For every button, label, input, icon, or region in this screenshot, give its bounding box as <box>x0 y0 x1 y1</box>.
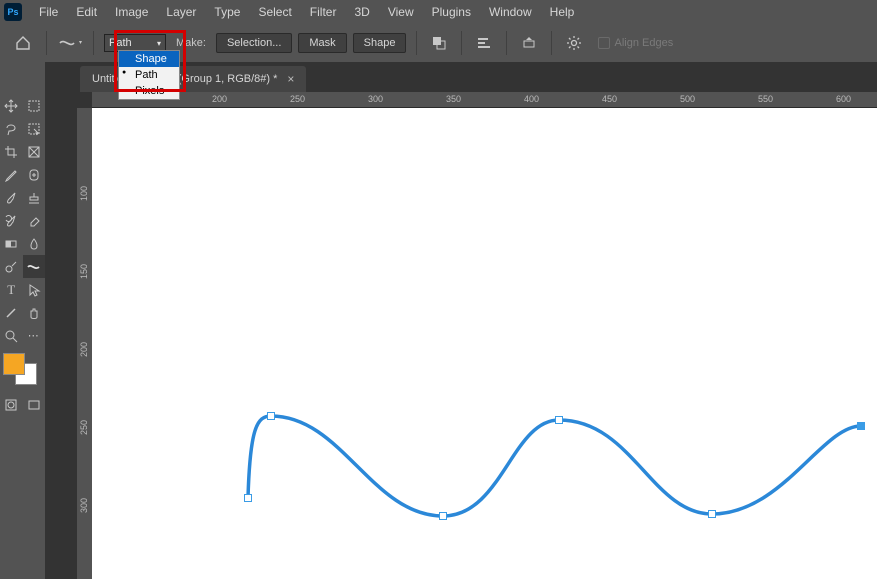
clone-stamp-tool[interactable] <box>23 186 46 209</box>
crop-tool[interactable] <box>0 140 23 163</box>
frame-tool[interactable] <box>23 140 46 163</box>
shape-tool[interactable] <box>0 301 23 324</box>
ruler-horizontal[interactable]: 200 250 300 350 400 450 500 550 600 <box>92 92 877 108</box>
ruler-vertical[interactable]: 100 150 200 250 300 <box>77 108 92 579</box>
ruler-tick: 500 <box>680 94 695 104</box>
gutter <box>45 62 77 579</box>
quick-mask-toggle[interactable] <box>0 393 23 416</box>
document-area: Untitled @ 151% (Group 1, RGB/8#) * × 20… <box>77 62 877 579</box>
zoom-tool[interactable] <box>0 324 23 347</box>
marquee-tool[interactable] <box>23 94 46 117</box>
ruler-tick: 600 <box>836 94 851 104</box>
make-shape-button[interactable]: Shape <box>353 33 407 53</box>
ruler-tick: 550 <box>758 94 773 104</box>
eraser-tool[interactable] <box>23 209 46 232</box>
path-anchor[interactable] <box>267 412 275 420</box>
divider <box>551 31 552 55</box>
menu-help[interactable]: Help <box>541 1 584 23</box>
ruler-tick: 350 <box>446 94 461 104</box>
dropdown-item-pixels[interactable]: Pixels <box>119 83 179 99</box>
healing-tool[interactable] <box>23 163 46 186</box>
menu-window[interactable]: Window <box>480 1 541 23</box>
canvas[interactable] <box>92 108 877 579</box>
tool-mode-current: Path <box>109 37 132 49</box>
chevron-down-icon: ▾ <box>157 39 161 48</box>
document-tab[interactable]: Untitled @ 151% (Group 1, RGB/8#) * × <box>80 66 306 92</box>
menu-3d[interactable]: 3D <box>345 1 378 23</box>
object-selection-tool[interactable] <box>23 117 46 140</box>
hand-tool[interactable] <box>23 301 46 324</box>
color-swatches[interactable] <box>3 353 43 387</box>
lasso-tool[interactable] <box>0 117 23 140</box>
move-tool[interactable] <box>0 94 23 117</box>
workspace: T ⋯ Untitled @ 151% (Group 1, RGB/8#) * … <box>0 62 877 579</box>
path-anchor[interactable] <box>555 416 563 424</box>
home-button[interactable] <box>10 30 36 56</box>
menu-plugins[interactable]: Plugins <box>423 1 480 23</box>
ruler-tick: 200 <box>212 94 227 104</box>
ruler-tick: 200 <box>79 342 89 357</box>
menu-edit[interactable]: Edit <box>67 1 106 23</box>
ruler-tick: 100 <box>79 186 89 201</box>
ruler-tick: 300 <box>368 94 383 104</box>
ruler-tick: 450 <box>602 94 617 104</box>
menu-type[interactable]: Type <box>205 1 249 23</box>
blur-tool[interactable] <box>23 232 46 255</box>
close-icon[interactable]: × <box>287 72 294 86</box>
tool-mode-dropdown: Shape Path Pixels <box>118 50 180 100</box>
foreground-color-swatch[interactable] <box>3 353 25 375</box>
dodge-tool[interactable] <box>0 255 23 278</box>
ruler-tick: 250 <box>290 94 305 104</box>
path-operations-icon[interactable] <box>427 31 451 55</box>
gear-icon[interactable] <box>562 31 586 55</box>
app-logo: Ps <box>4 3 22 21</box>
eyedropper-tool[interactable] <box>0 163 23 186</box>
pen-tool[interactable] <box>23 255 46 278</box>
canvas-path[interactable] <box>92 108 877 578</box>
menubar: Ps File Edit Image Layer Type Select Fil… <box>0 0 877 24</box>
align-edges-checkbox[interactable] <box>598 37 610 49</box>
ruler-tick: 300 <box>79 498 89 513</box>
make-label: Make: <box>176 37 206 49</box>
tools-panel: T ⋯ <box>0 62 45 579</box>
menu-file[interactable]: File <box>30 1 67 23</box>
ruler-tick: 150 <box>79 264 89 279</box>
path-alignment-icon[interactable] <box>472 31 496 55</box>
history-brush-tool[interactable] <box>0 209 23 232</box>
path-selection-tool[interactable] <box>23 278 46 301</box>
menu-select[interactable]: Select <box>249 1 300 23</box>
make-mask-button[interactable]: Mask <box>298 33 346 53</box>
menu-layer[interactable]: Layer <box>157 1 205 23</box>
ruler-tick: 400 <box>524 94 539 104</box>
divider <box>461 31 462 55</box>
path-anchor[interactable] <box>439 512 447 520</box>
brush-tool[interactable] <box>0 186 23 209</box>
path-arrangement-icon[interactable] <box>517 31 541 55</box>
screen-mode-toggle[interactable] <box>23 393 46 416</box>
path-anchor[interactable] <box>244 494 252 502</box>
gradient-tool[interactable] <box>0 232 23 255</box>
menu-view[interactable]: View <box>379 1 423 23</box>
align-edges-option[interactable]: Align Edges <box>598 37 673 49</box>
type-tool[interactable]: T <box>0 278 23 301</box>
edit-toolbar[interactable]: ⋯ <box>23 324 46 347</box>
menu-image[interactable]: Image <box>106 1 157 23</box>
divider <box>93 31 94 55</box>
divider <box>506 31 507 55</box>
align-edges-label: Align Edges <box>614 37 673 49</box>
ruler-tick: 250 <box>79 420 89 435</box>
make-selection-button[interactable]: Selection... <box>216 33 292 53</box>
divider <box>46 31 47 55</box>
tool-preset-picker[interactable] <box>57 30 83 56</box>
path-anchor[interactable] <box>708 510 716 518</box>
dropdown-item-path[interactable]: Path <box>119 67 179 83</box>
path-endpoint[interactable] <box>857 422 865 430</box>
dropdown-item-shape[interactable]: Shape <box>119 51 179 67</box>
divider <box>416 31 417 55</box>
menu-filter[interactable]: Filter <box>301 1 346 23</box>
